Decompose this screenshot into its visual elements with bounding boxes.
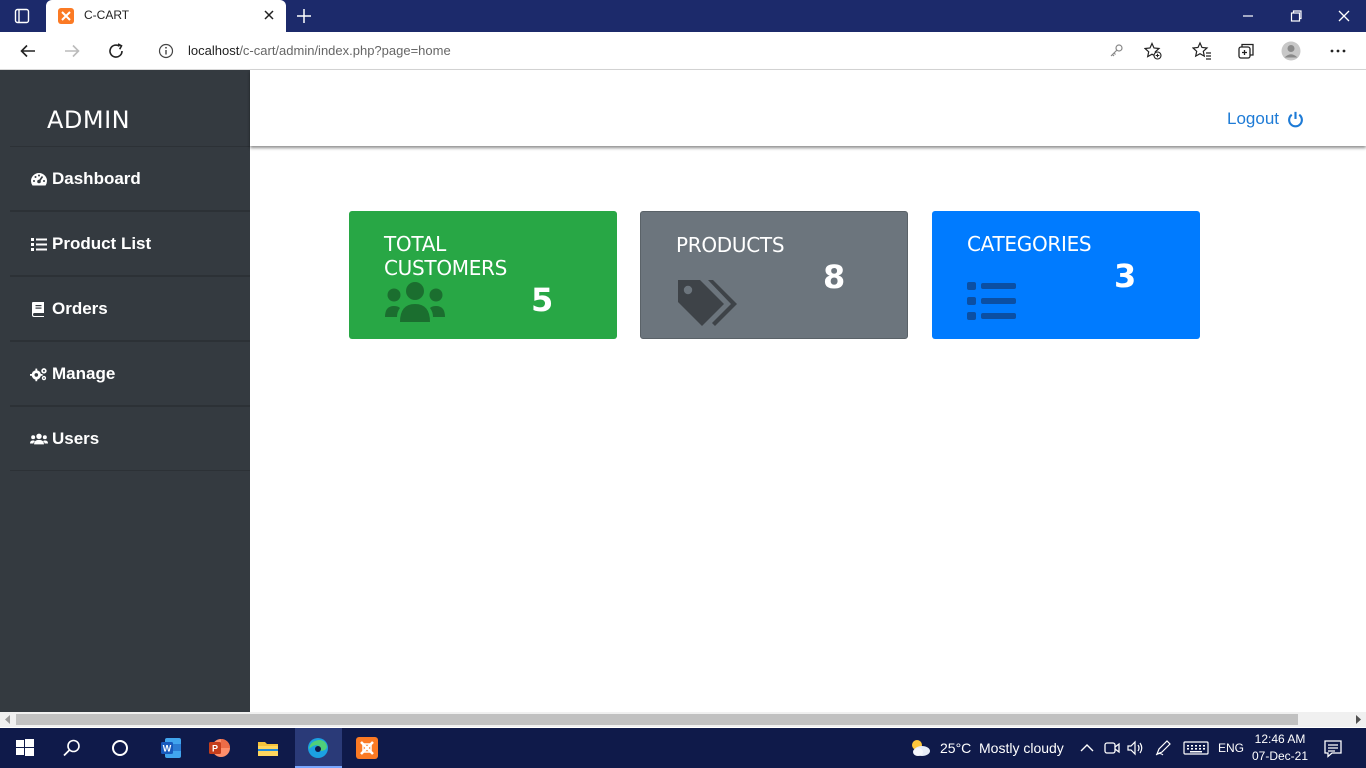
back-icon[interactable]	[19, 42, 37, 60]
meet-now-icon[interactable]	[1103, 739, 1121, 757]
word-app-icon[interactable]: W	[159, 736, 183, 760]
scroll-left-icon[interactable]	[4, 715, 12, 724]
clock-time: 12:46 AM	[1254, 732, 1306, 746]
weather-cloudy-icon[interactable]	[908, 736, 932, 760]
site-info-icon[interactable]	[158, 43, 174, 59]
sidebar-menu: Dashboard Product List Orders Manage Use…	[10, 146, 250, 471]
address-bar[interactable]: localhost/c-cart/admin/index.php?page=ho…	[146, 36, 1174, 66]
file-explorer-icon[interactable]	[256, 736, 280, 760]
sidebar: ADMIN Dashboard Product List Orders Mana…	[0, 70, 250, 712]
book-icon	[32, 301, 44, 317]
card-title: CATEGORIES	[967, 232, 1092, 256]
password-key-icon[interactable]	[1108, 43, 1124, 59]
card-title: PRODUCTS	[676, 233, 785, 257]
pen-icon[interactable]	[1154, 739, 1172, 757]
clock-date: 07-Dec-21	[1251, 749, 1309, 763]
url-path: /c-cart/admin/index.php?page=home	[239, 43, 451, 58]
new-tab-icon[interactable]	[296, 8, 312, 24]
scroll-right-icon[interactable]	[1354, 715, 1362, 724]
powerpoint-app-icon[interactable]: P	[207, 736, 231, 760]
forward-icon[interactable]	[63, 42, 81, 60]
power-icon	[1288, 111, 1303, 127]
url-host: localhost	[188, 43, 240, 58]
sidebar-item-label: Manage	[52, 363, 116, 383]
close-window-icon[interactable]	[1336, 8, 1352, 24]
tab-title: C-CART	[84, 8, 130, 22]
chevron-up-icon[interactable]	[1078, 739, 1096, 757]
profile-avatar-icon[interactable]	[1281, 41, 1301, 61]
sidebar-item-users[interactable]: Users	[10, 406, 250, 471]
browser-titlebar: C-CART	[0, 0, 1366, 32]
sidebar-item-manage[interactable]: Manage	[10, 341, 250, 406]
card-count: 3	[1114, 257, 1137, 295]
favorites-icon[interactable]	[1192, 41, 1212, 61]
search-icon[interactable]	[60, 736, 84, 760]
admin-topbar: Logout	[250, 70, 1366, 146]
list-icon	[967, 282, 1016, 320]
list-icon	[31, 237, 47, 251]
input-language[interactable]: ENG	[1218, 741, 1244, 755]
windows-start-icon[interactable]	[13, 736, 37, 760]
card-products: PRODUCTS 8	[640, 211, 908, 339]
xampp-favicon-icon	[58, 8, 74, 24]
sidebar-item-dashboard[interactable]: Dashboard	[10, 146, 250, 211]
restore-icon[interactable]	[1288, 8, 1304, 24]
add-favorite-icon[interactable]	[1144, 42, 1162, 60]
card-count: 5	[531, 281, 554, 319]
url-text[interactable]: localhost/c-cart/admin/index.php?page=ho…	[188, 43, 451, 58]
users-icon	[385, 282, 445, 322]
card-categories: CATEGORIES 3	[932, 211, 1200, 339]
tachometer-icon	[31, 172, 47, 185]
minimize-icon[interactable]	[1240, 8, 1256, 24]
card-total-customers: TOTAL CUSTOMERS 5	[349, 211, 617, 339]
sidebar-item-label: Dashboard	[52, 168, 141, 188]
sidebar-brand: ADMIN	[47, 106, 131, 134]
sidebar-item-label: Product List	[52, 233, 152, 253]
sidebar-item-orders[interactable]: Orders	[10, 276, 250, 341]
xampp-app-icon[interactable]	[355, 736, 379, 760]
tags-icon	[678, 280, 737, 326]
card-title: TOTAL CUSTOMERS	[384, 232, 508, 280]
keyboard-icon[interactable]	[1183, 739, 1209, 757]
volume-icon[interactable]	[1126, 739, 1144, 757]
windows-taskbar: W P 25°C Mostly cloudy ENG 12:46 AM 07-D…	[0, 728, 1366, 768]
tab-close-icon[interactable]	[262, 8, 276, 22]
sidebar-item-product-list[interactable]: Product List	[10, 211, 250, 276]
card-count: 8	[823, 258, 846, 296]
weather-description[interactable]: Mostly cloudy	[979, 740, 1064, 756]
collections-icon[interactable]	[1236, 41, 1256, 61]
logout-link[interactable]: Logout	[1227, 109, 1304, 129]
refresh-icon[interactable]	[107, 42, 125, 60]
users-icon	[30, 433, 48, 444]
svg-text:P: P	[212, 744, 218, 754]
horizontal-scrollbar[interactable]	[0, 712, 1366, 727]
more-menu-icon[interactable]	[1328, 41, 1348, 61]
weather-temperature[interactable]: 25°C	[940, 740, 971, 756]
logout-label: Logout	[1227, 109, 1279, 128]
svg-text:W: W	[163, 744, 172, 754]
browser-tab-active[interactable]: C-CART	[46, 0, 286, 32]
tab-actions-icon[interactable]	[14, 8, 30, 24]
taskbar-clock[interactable]: 12:46 AM 07-Dec-21	[1250, 731, 1310, 765]
scrollbar-thumb[interactable]	[16, 714, 1298, 725]
sidebar-item-label: Orders	[52, 298, 108, 318]
cogs-icon	[30, 367, 47, 381]
cortana-icon[interactable]	[108, 736, 132, 760]
edge-browser-icon[interactable]	[306, 736, 330, 760]
notifications-icon[interactable]	[1322, 737, 1344, 759]
browser-navbar: localhost/c-cart/admin/index.php?page=ho…	[0, 32, 1366, 70]
sidebar-item-label: Users	[52, 428, 100, 448]
